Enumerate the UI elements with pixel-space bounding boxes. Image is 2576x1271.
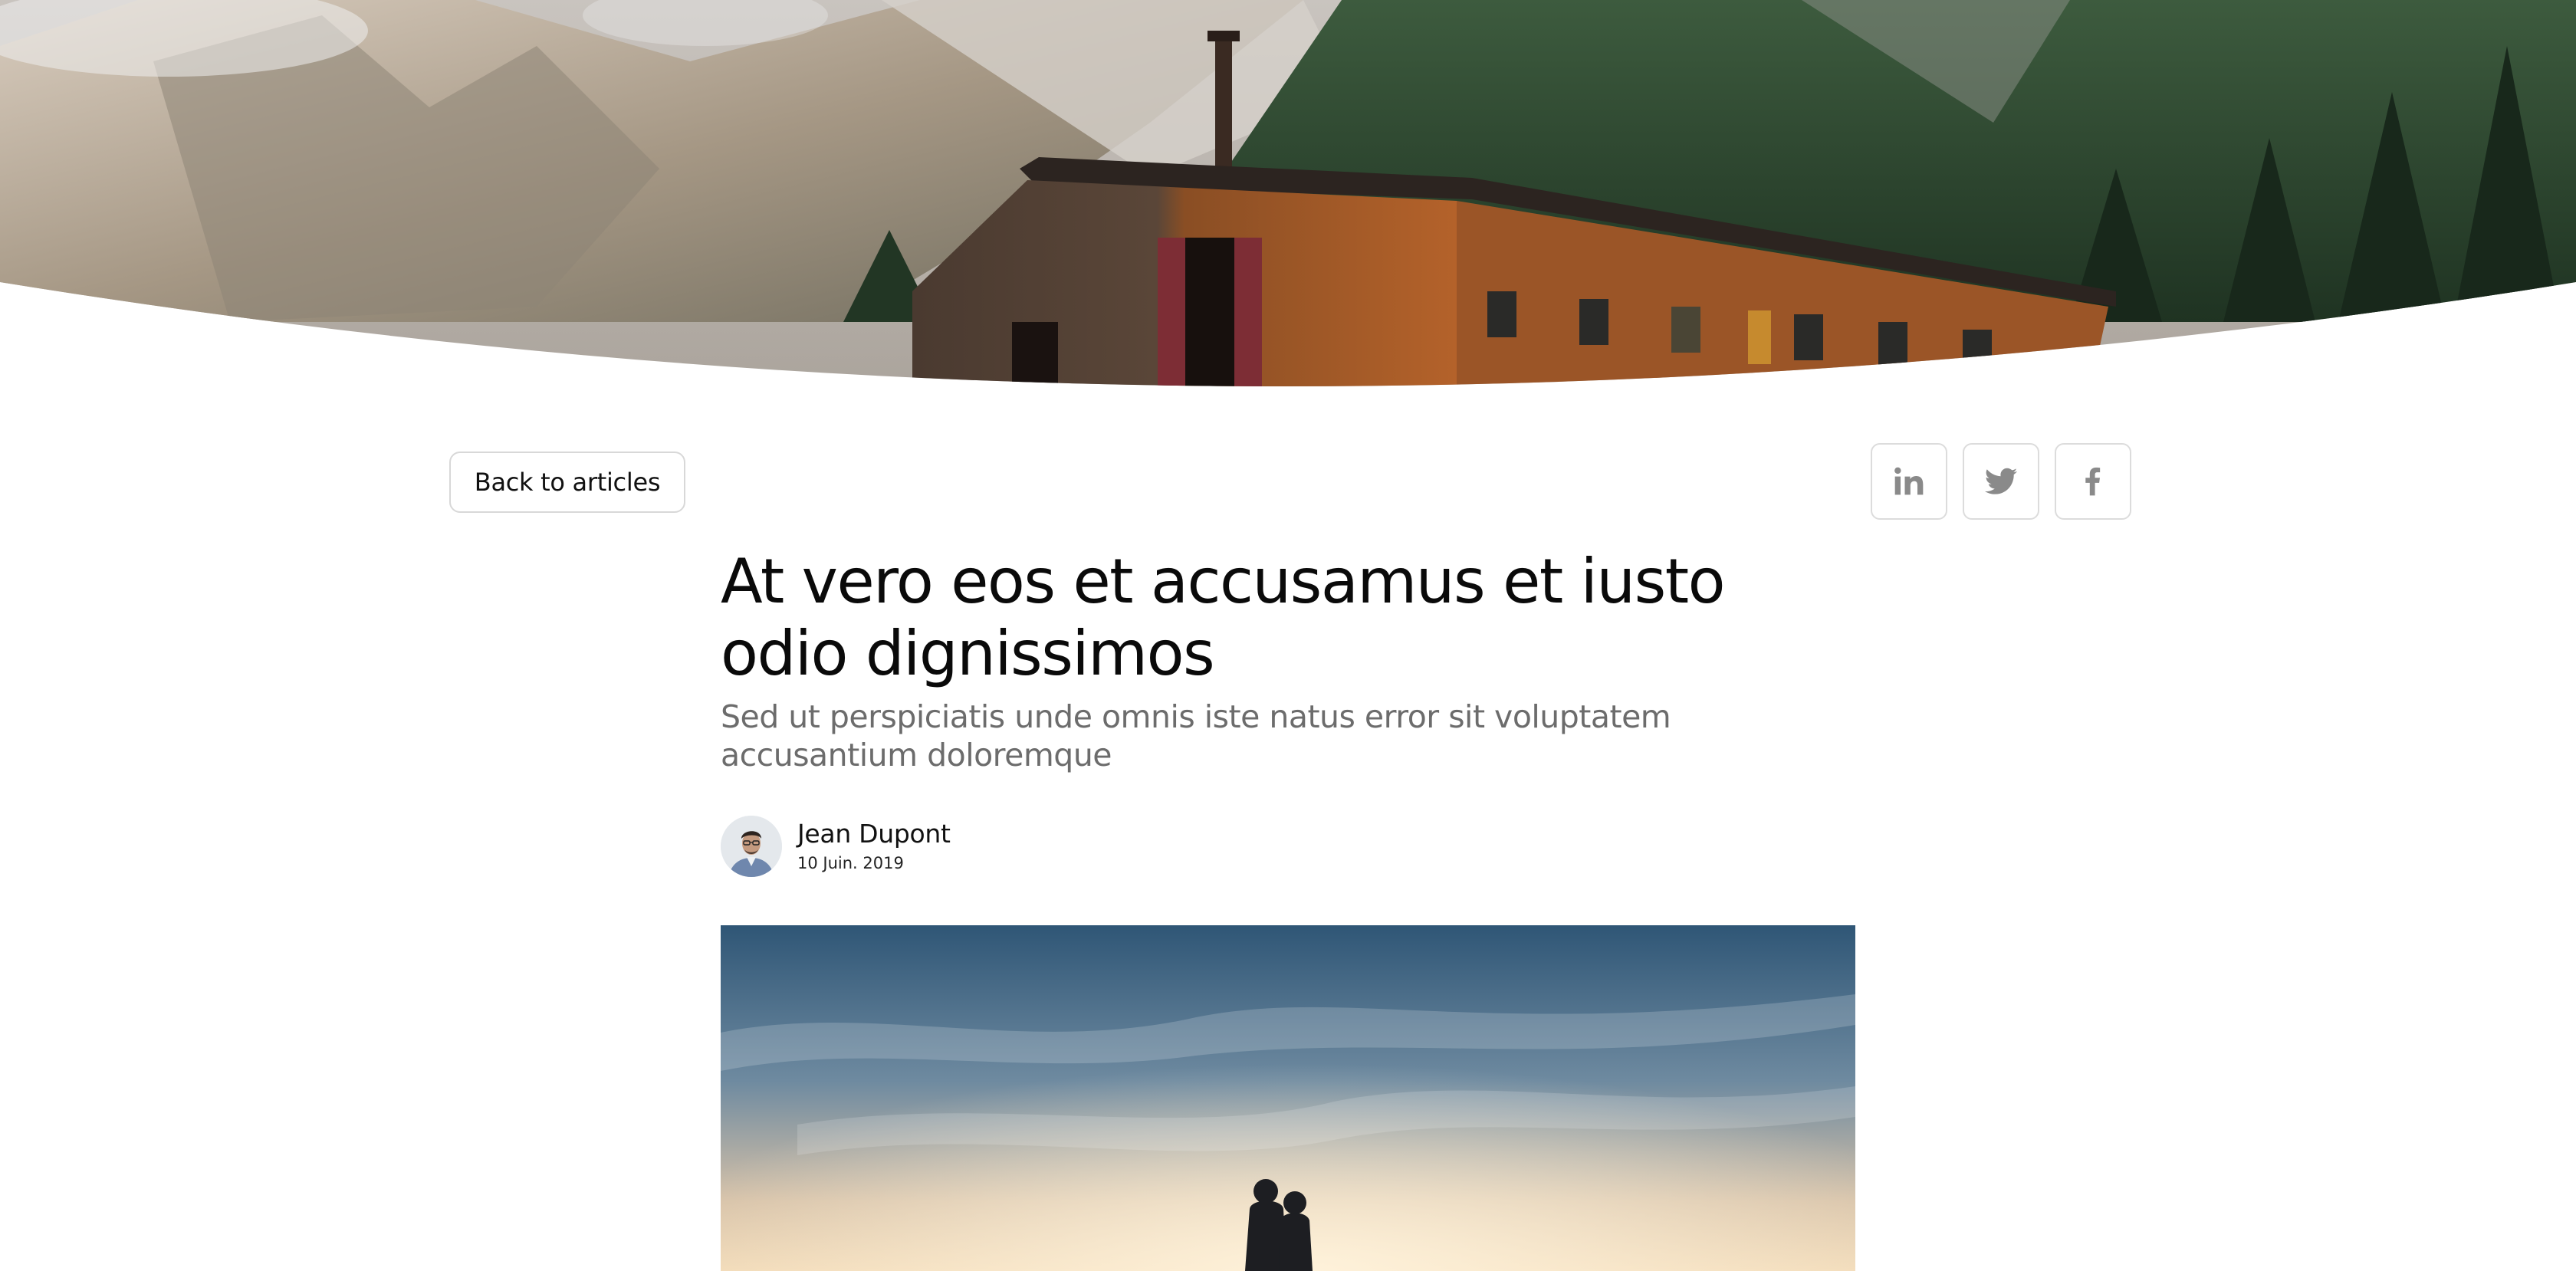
facebook-icon (2085, 467, 2101, 496)
article-title: At vero eos et accusamus et iusto odio d… (721, 546, 1726, 689)
twitter-icon (1984, 468, 2018, 494)
article-lead-image (721, 925, 1855, 1271)
author-avatar[interactable] (721, 816, 782, 877)
author-meta: Jean Dupont 10 Juin. 2019 (797, 819, 951, 874)
author-name[interactable]: Jean Dupont (797, 819, 951, 849)
share-twitter-button[interactable] (1963, 443, 2039, 520)
author-info: Jean Dupont 10 Juin. 2019 (721, 816, 951, 877)
back-to-articles-button[interactable]: Back to articles (449, 452, 685, 513)
article-header: At vero eos et accusamus et iusto odio d… (721, 546, 1855, 774)
hero-banner-image (0, 0, 2576, 414)
share-facebook-button[interactable] (2055, 443, 2131, 520)
share-buttons (1871, 443, 2131, 520)
share-linkedin-button[interactable] (1871, 443, 1947, 520)
publish-date: 10 Juin. 2019 (797, 854, 904, 872)
article-subtitle: Sed ut perspiciatis unde omnis iste natu… (721, 698, 1671, 773)
linkedin-icon (1894, 467, 1924, 495)
